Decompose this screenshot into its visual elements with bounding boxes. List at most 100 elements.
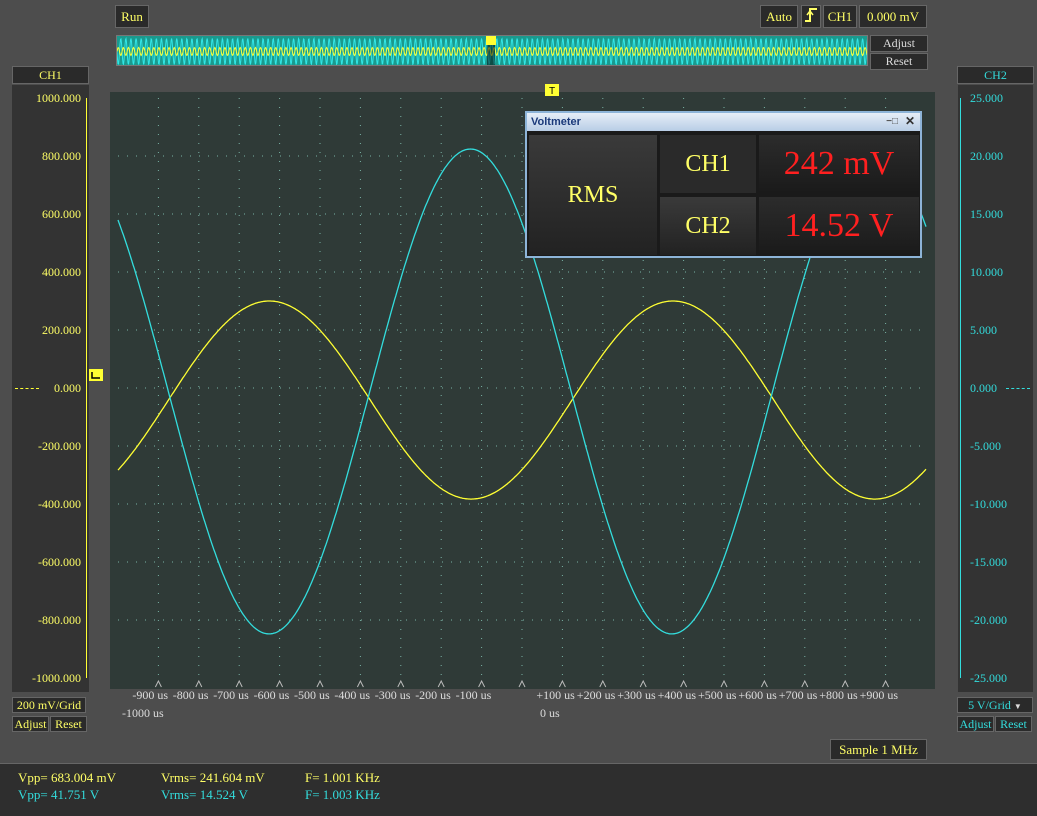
ch1-tick-label: -400.000 bbox=[38, 497, 81, 511]
ch1-tick-label: 1000.000 bbox=[36, 91, 81, 105]
ch1-tick-label: -1000.000 bbox=[32, 671, 81, 685]
time-axis-label: -100 us bbox=[455, 688, 492, 702]
time-axis-label: -500 us bbox=[294, 688, 330, 702]
chevron-down-icon: ▼ bbox=[1013, 702, 1022, 711]
voltmeter-ch2-label: CH2 bbox=[660, 197, 756, 255]
overview-waveform-strip bbox=[117, 36, 867, 65]
ch2-tick-label: -15.000 bbox=[970, 555, 1007, 569]
time-tick-mark bbox=[195, 679, 203, 688]
time-axis-center-label: 0 us bbox=[540, 706, 560, 720]
time-axis-label: +900 us bbox=[859, 688, 899, 702]
waveform-overview[interactable] bbox=[116, 35, 868, 66]
voltmeter-title: Voltmeter bbox=[531, 116, 581, 128]
ch2-axis-line bbox=[960, 98, 961, 678]
voltmeter-mode-label: RMS bbox=[529, 135, 657, 255]
ch2-tick-label: 20.000 bbox=[970, 149, 1003, 163]
ch2-tick-label: 25.000 bbox=[970, 91, 1003, 105]
ch2-axis: 25.000 20.000 15.000 10.000 5.000 0.000 -5.000… bbox=[958, 85, 1033, 692]
trigger-marker-label: T bbox=[549, 86, 555, 97]
time-axis-label: -900 us bbox=[132, 688, 169, 702]
time-axis-label: -600 us bbox=[253, 688, 290, 702]
ch2-tick-label: 5.000 bbox=[970, 323, 997, 337]
ch2-tick-label: 0.000 bbox=[970, 381, 997, 395]
time-axis-label: +600 us bbox=[738, 688, 777, 702]
ch1-axis-title: CH1 bbox=[12, 66, 89, 84]
run-button[interactable]: Run bbox=[115, 5, 149, 28]
ch1-reset-button[interactable]: Reset bbox=[50, 716, 87, 732]
pin-icon[interactable]: −□ bbox=[886, 113, 898, 131]
time-tick-mark bbox=[235, 679, 243, 688]
time-tick-mark bbox=[558, 679, 566, 688]
ch1-axis: 1000.000 800.000 600.000 400.000 200.000 0.00… bbox=[12, 85, 89, 692]
ch1-tick-label: 400.000 bbox=[42, 265, 81, 279]
sample-rate-display[interactable]: Sample 1 MHz bbox=[830, 739, 927, 760]
ch2-frequency: F= 1.003 KHz bbox=[305, 787, 380, 802]
rising-edge-icon bbox=[805, 8, 817, 22]
time-tick-mark bbox=[680, 679, 688, 688]
time-axis-label: -300 us bbox=[374, 688, 411, 702]
voltmeter-ch2-value: 14.52 V bbox=[759, 197, 919, 255]
ch2-scale-select[interactable]: 5 V/Grid ▼ bbox=[957, 697, 1033, 713]
ch1-ground-marker[interactable] bbox=[88, 368, 104, 384]
close-icon[interactable]: ✕ bbox=[905, 112, 915, 130]
ch1-scale-select[interactable]: 200 mV/Grid bbox=[12, 697, 86, 713]
time-axis-label: +700 us bbox=[778, 688, 818, 702]
ch2-scale-value: 5 V/Grid bbox=[968, 698, 1011, 712]
ch2-adjust-button[interactable]: Adjust bbox=[957, 716, 994, 732]
ch2-zero-indicator bbox=[1006, 388, 1030, 389]
trigger-mode-auto-button[interactable]: Auto bbox=[760, 5, 798, 28]
voltmeter-ch1-value: 242 mV bbox=[759, 135, 919, 193]
time-tick-mark bbox=[478, 679, 486, 688]
ch1-tick-label: 600.000 bbox=[42, 207, 81, 221]
time-tick-mark bbox=[599, 679, 607, 688]
time-axis-label: +800 us bbox=[819, 688, 858, 702]
ch1-vpp: Vpp= 683.004 mV bbox=[18, 770, 116, 785]
time-tick-mark bbox=[720, 679, 728, 688]
ch1-tick-label: 800.000 bbox=[42, 149, 81, 163]
ch2-reset-button[interactable]: Reset bbox=[995, 716, 1032, 732]
ch2-tick-label: -5.000 bbox=[970, 439, 1001, 453]
time-tick-mark bbox=[437, 679, 445, 688]
measurement-status-bar: Vpp= 683.004 mV Vrms= 241.604 mV F= 1.00… bbox=[0, 763, 1037, 816]
ch2-tick-label: -10.000 bbox=[970, 497, 1007, 511]
time-tick-mark bbox=[356, 679, 364, 688]
overview-trigger-marker bbox=[486, 36, 496, 45]
trigger-channel-button[interactable]: CH1 bbox=[823, 5, 857, 28]
voltmeter-ch1-label: CH1 bbox=[660, 135, 756, 193]
time-tick-mark bbox=[841, 679, 849, 688]
ch2-tick-label: 15.000 bbox=[970, 207, 1003, 221]
trigger-level-display[interactable]: 0.000 mV bbox=[859, 5, 927, 28]
time-tick-mark bbox=[801, 679, 809, 688]
time-tick-mark bbox=[518, 679, 526, 688]
time-axis-left-label: -1000 us bbox=[122, 706, 164, 720]
trigger-position-marker[interactable]: T bbox=[544, 83, 560, 99]
time-tick-mark bbox=[882, 679, 890, 688]
ch2-tick-label: -20.000 bbox=[970, 613, 1007, 627]
time-tick-mark bbox=[639, 679, 647, 688]
ch1-vrms: Vrms= 241.604 mV bbox=[161, 770, 265, 785]
ch2-vpp: Vpp= 41.751 V bbox=[18, 787, 100, 802]
time-axis-label: +500 us bbox=[698, 688, 737, 702]
ch1-adjust-button[interactable]: Adjust bbox=[12, 716, 49, 732]
ch1-tick-label: -800.000 bbox=[38, 613, 81, 627]
rising-edge-icon[interactable] bbox=[801, 5, 821, 28]
time-tick-mark bbox=[397, 679, 405, 688]
overview-reset-button[interactable]: Reset bbox=[870, 53, 928, 70]
ch1-tick-label: 200.000 bbox=[42, 323, 81, 337]
voltmeter-window[interactable]: Voltmeter −□ ✕ RMS CH1 CH2 242 mV 14.52 … bbox=[525, 111, 922, 258]
voltmeter-titlebar[interactable]: Voltmeter −□ ✕ bbox=[527, 113, 920, 131]
ch1-trace bbox=[117, 300, 927, 500]
time-axis-label: +200 us bbox=[576, 688, 616, 702]
time-axis-label: -200 us bbox=[415, 688, 451, 702]
overview-adjust-button[interactable]: Adjust bbox=[870, 35, 928, 52]
time-axis-label: +100 us bbox=[536, 688, 575, 702]
ch1-axis-line bbox=[86, 98, 87, 678]
time-axis-label: -400 us bbox=[334, 688, 371, 702]
ch1-tick-label: -200.000 bbox=[38, 439, 81, 453]
ch1-zero-indicator bbox=[15, 388, 39, 389]
ch1-tick-label: -600.000 bbox=[38, 555, 81, 569]
time-tick-mark bbox=[276, 679, 284, 688]
time-axis-label: +300 us bbox=[617, 688, 656, 702]
ch1-tick-label: 0.000 bbox=[54, 381, 81, 395]
time-axis-label: -800 us bbox=[172, 688, 209, 702]
